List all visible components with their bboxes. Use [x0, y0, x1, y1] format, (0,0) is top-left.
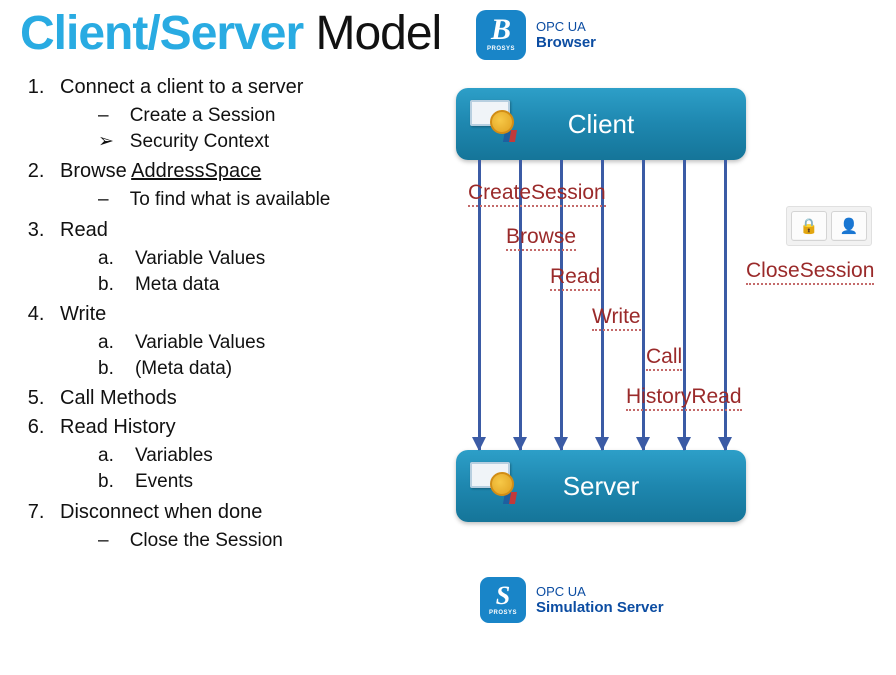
op-browse: Browse	[506, 226, 576, 251]
browser-logo-text: OPC UA Browser	[536, 19, 596, 51]
outline-1-sub-2: Security Context	[98, 129, 446, 155]
simserver-line2: Simulation Server	[536, 599, 664, 616]
title-plain: Model	[315, 7, 441, 60]
badge-letter: S	[496, 583, 510, 609]
outline-7-text: Disconnect when done	[60, 501, 262, 523]
lock-icon: 🔒	[800, 217, 819, 235]
simserver-line1: OPC UA	[536, 584, 664, 599]
simserver-logo-text: OPC UA Simulation Server	[536, 584, 664, 616]
client-box: Client	[456, 88, 746, 160]
outline-2-text-a: Browse	[60, 160, 131, 182]
browser-line2: Browser	[536, 34, 596, 51]
outline-3-sub-a: Variable Values	[98, 246, 446, 272]
op-write: Write	[592, 306, 641, 331]
outline-item-6: Read History Variables Events	[50, 414, 446, 494]
op-read: Read	[550, 266, 600, 291]
outline-item-4: Write Variable Values (Meta data)	[50, 301, 446, 381]
outline-6-sub-b: Events	[98, 469, 446, 495]
outline-6-text: Read History	[60, 416, 176, 438]
outline-item-3: Read Variable Values Meta data	[50, 217, 446, 297]
outline-3-text: Read	[60, 219, 108, 241]
badge-letter: B	[491, 15, 511, 45]
slide-title: Client/Server Model	[20, 6, 441, 61]
opcua-simserver-logo: S PROSYS OPC UA Simulation Server	[480, 577, 664, 623]
lock-button[interactable]: 🔒	[791, 211, 827, 241]
prosys-label: PROSYS	[487, 46, 515, 52]
user-icon: 👤	[840, 217, 859, 235]
op-closesession: CloseSession	[746, 260, 874, 285]
outline-4-sub-a: Variable Values	[98, 330, 446, 356]
browser-line1: OPC UA	[536, 19, 596, 34]
outline-2-sub-1: To find what is available	[98, 187, 446, 213]
title-accent: Client/Server	[20, 7, 303, 60]
outline-item-2: Browse AddressSpace To find what is avai…	[50, 158, 446, 213]
outline-4-text: Write	[60, 303, 106, 325]
user-button[interactable]: 👤	[831, 211, 867, 241]
prosys-label: PROSYS	[489, 610, 517, 616]
outline-4-sub-b: (Meta data)	[98, 356, 446, 382]
outline-5-text: Call Methods	[60, 387, 177, 409]
simserver-badge-icon: S PROSYS	[480, 577, 526, 623]
outline-1-text: Connect a client to a server	[60, 76, 303, 98]
op-createsession: CreateSession	[468, 182, 606, 207]
outline-2-text-b: AddressSpace	[131, 160, 261, 182]
op-call: Call	[646, 346, 682, 371]
outline-item-5: Call Methods	[50, 385, 446, 412]
certificate-icon	[470, 462, 510, 488]
security-toolbar: 🔒 👤	[786, 206, 872, 246]
outline: Connect a client to a server Create a Se…	[16, 74, 446, 557]
opcua-browser-logo: B PROSYS OPC UA Browser	[476, 10, 596, 60]
outline-6-sub-a: Variables	[98, 443, 446, 469]
op-historyread: HistoryRead	[626, 386, 742, 411]
certificate-icon	[470, 100, 510, 126]
outline-3-sub-b: Meta data	[98, 272, 446, 298]
outline-item-7: Disconnect when done Close the Session	[50, 499, 446, 554]
server-label: Server	[563, 471, 640, 502]
browser-badge-icon: B PROSYS	[476, 10, 526, 60]
outline-1-sub-1: Create a Session	[98, 103, 446, 129]
client-label: Client	[568, 109, 634, 140]
outline-item-1: Connect a client to a server Create a Se…	[50, 74, 446, 154]
diagram: Client Server CreateSession Browse Read …	[456, 88, 876, 568]
outline-7-sub-1: Close the Session	[98, 528, 446, 554]
server-box: Server	[456, 450, 746, 522]
